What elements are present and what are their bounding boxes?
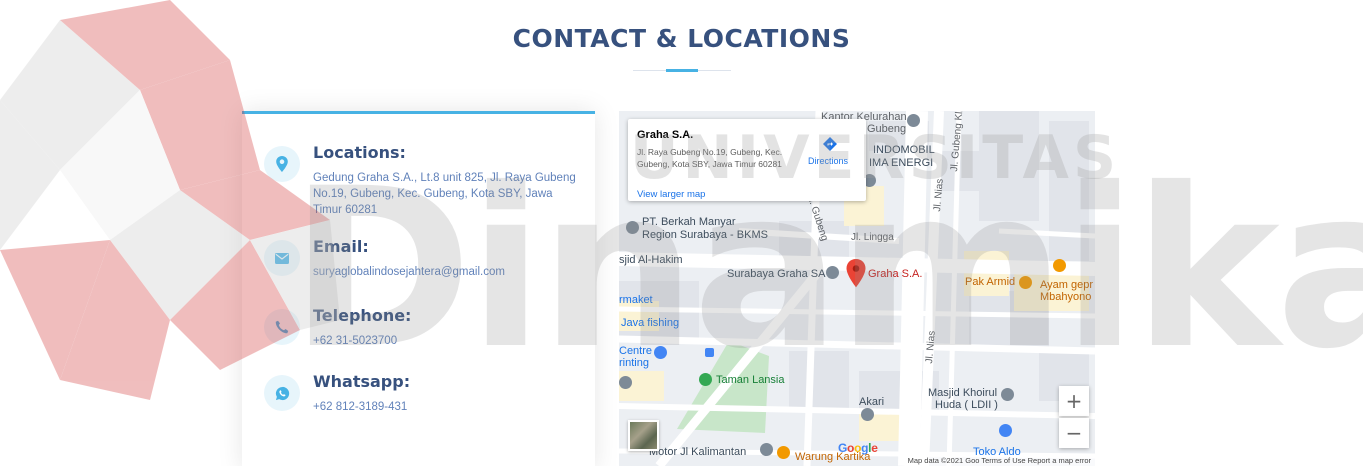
- map-pin-icon: [264, 146, 300, 182]
- google-logo: Google: [838, 441, 878, 455]
- map-label: INDOMOBIL: [873, 144, 935, 156]
- whatsapp-number[interactable]: +62 812-3189-431: [313, 399, 578, 415]
- map-label: Mbahyono: [1040, 291, 1092, 303]
- map-label: rinting: [619, 357, 649, 369]
- email-heading: Email:: [313, 237, 369, 256]
- map-label: Taman Lansia: [716, 374, 785, 386]
- map-label: rmaket: [619, 294, 653, 306]
- map-label: Pak Armid: [965, 276, 1016, 288]
- locations-address: Gedung Graha S.A., Lt.8 unit 825, Jl. Ra…: [313, 172, 576, 216]
- poi-pin-icon[interactable]: [619, 376, 632, 389]
- restaurant-pin-icon[interactable]: [1053, 259, 1066, 272]
- poi-pin-icon[interactable]: [907, 114, 920, 127]
- zoom-out-button[interactable]: −: [1059, 418, 1089, 448]
- poi-pin-icon[interactable]: [861, 408, 874, 421]
- zoom-in-button[interactable]: +: [1059, 386, 1089, 416]
- map-label: Region Surabaya - BKMS: [642, 229, 768, 241]
- title-divider-accent: [666, 69, 698, 72]
- locations-heading: Locations:: [313, 143, 406, 162]
- bus-stop-icon[interactable]: [705, 348, 714, 357]
- poi-pin-icon[interactable]: [760, 443, 773, 456]
- poi-pin-icon[interactable]: [626, 221, 639, 234]
- map-label: Centre: [619, 345, 653, 357]
- directions-link[interactable]: Directions: [808, 156, 848, 166]
- telephone-heading: Telephone:: [313, 306, 412, 325]
- whatsapp-heading: Whatsapp:: [313, 372, 411, 391]
- map-label: Ayam gepr: [1040, 279, 1093, 291]
- shop-pin-icon[interactable]: [999, 424, 1012, 437]
- map-label: Akari: [859, 396, 885, 408]
- map-label: sjid Al-Hakim: [619, 254, 683, 266]
- map-label: Gubeng: [867, 123, 907, 135]
- map-label: Graha S.A.: [868, 268, 923, 280]
- map-label: IMA ENERGI: [869, 157, 934, 169]
- envelope-icon: [264, 240, 300, 276]
- map-label: Surabaya Graha SA: [727, 268, 826, 280]
- map-info-window: Graha S.A. Jl. Raya Gubeng No.19, Gubeng…: [628, 119, 866, 201]
- poi-pin-icon[interactable]: [1001, 388, 1014, 401]
- map-attribution[interactable]: Map data ©2021 Goo Terms of Use Report a…: [903, 455, 1095, 466]
- satellite-toggle[interactable]: [628, 420, 659, 451]
- section-title: CONTACT & LOCATIONS: [512, 24, 851, 53]
- contact-info-card: Locations: Gedung Graha S.A., Lt.8 unit …: [242, 111, 595, 466]
- shop-pin-icon[interactable]: [654, 346, 667, 359]
- map-label: Java fishing: [621, 317, 680, 329]
- poi-pin-icon[interactable]: [826, 266, 839, 279]
- map-label: Motor Jl Kalimantan: [649, 446, 747, 458]
- restaurant-pin-icon[interactable]: [1019, 276, 1032, 289]
- view-larger-map-link[interactable]: View larger map: [637, 189, 705, 200]
- map-label: Jl. Lingga: [851, 232, 894, 243]
- whatsapp-icon: [264, 375, 300, 411]
- park-pin-icon[interactable]: [699, 373, 712, 386]
- telephone-number[interactable]: +62 31-5023700: [313, 333, 578, 349]
- map-label: PT. Berkah Manyar: [642, 216, 736, 228]
- email-address[interactable]: suryaglobalindosejahtera@gmail.com: [313, 264, 578, 280]
- place-address: Jl. Raya Gubeng No.19, Gubeng, Kec. Gube…: [637, 147, 783, 169]
- place-title: Graha S.A.: [637, 129, 694, 141]
- restaurant-pin-icon[interactable]: [777, 446, 790, 459]
- map-label: Huda ( LDII ): [935, 399, 998, 411]
- directions-icon[interactable]: [823, 137, 837, 156]
- phone-icon: [264, 309, 300, 345]
- location-map[interactable]: Kantor Kelurahan Gubeng INDOMOBIL IMA EN…: [619, 111, 1095, 466]
- map-label: Masjid Khoirul: [928, 387, 998, 399]
